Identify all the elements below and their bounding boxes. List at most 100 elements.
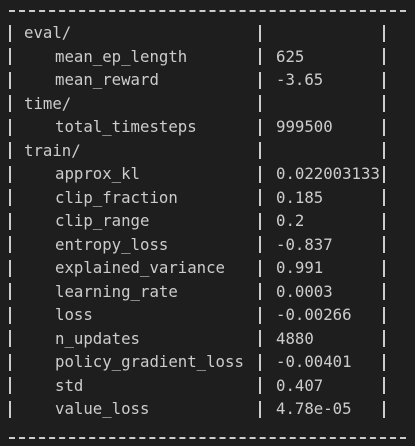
metric-key: learning_rate [55,281,178,301]
right-border [383,48,385,65]
metric-value: 4880 [276,328,314,348]
column-divider [259,377,261,394]
left-border [9,330,11,347]
left-border [9,142,11,159]
metric-value: 0.407 [276,375,324,395]
metric-row: policy_gradient_loss -0.00401 [0,350,415,374]
section-header: train/ [24,140,81,160]
metric-key: total_timesteps [55,117,197,137]
metric-key: clip_fraction [55,187,178,207]
section-header: time/ [24,93,72,113]
metric-row: loss -0.00266 [0,303,415,327]
right-border [383,71,385,89]
metric-row: learning_rate 0.0003 [0,280,415,304]
right-border [383,189,385,206]
metric-value: 0.185 [276,187,324,207]
metric-row: clip_range 0.2 [0,209,415,233]
column-divider [259,48,261,65]
metric-row: approx_kl 0.022003133 [0,162,415,186]
metric-key: explained_variance [55,258,226,278]
metric-row: total_timesteps 999500 [0,115,415,139]
right-border [383,259,385,277]
left-border [9,48,11,65]
left-border [9,165,11,183]
section-header: eval/ [24,23,72,43]
metric-value: -0.837 [276,234,333,254]
metric-row: value_loss 4.78e-05 [0,397,415,421]
metric-key: clip_range [55,211,150,231]
column-divider [259,212,261,230]
metric-key: std [55,375,84,395]
metric-row: entropy_loss -0.837 [0,233,415,257]
metric-key: loss [55,305,93,325]
table-top-border [9,10,406,12]
column-divider [259,165,261,183]
right-border [383,353,385,371]
section-header-row: eval/ [0,21,415,45]
metric-key: n_updates [55,328,141,348]
left-border [9,400,11,418]
left-border [9,259,11,277]
right-border [383,283,385,300]
metric-value: 0.0003 [276,281,333,301]
right-border [383,330,385,347]
column-divider [259,400,261,418]
metric-value: -0.00401 [276,352,352,372]
metric-key: approx_kl [55,164,141,184]
metric-value: -3.65 [276,70,324,90]
left-border [9,353,11,371]
metric-row: explained_variance 0.991 [0,256,415,280]
left-border [9,212,11,230]
metric-row: mean_ep_length 625 [0,45,415,69]
right-border [383,165,385,183]
metric-row: n_updates 4880 [0,327,415,351]
right-border [383,142,385,159]
column-divider [259,142,261,159]
column-divider [259,95,261,112]
column-divider [259,118,261,136]
column-divider [259,236,261,253]
column-divider [259,259,261,277]
right-border [383,400,385,418]
metric-value: 999500 [276,117,333,137]
right-border [383,306,385,324]
left-border [9,306,11,324]
metric-key: mean_reward [55,70,159,90]
metric-key: value_loss [55,399,150,419]
metric-key: mean_ep_length [55,46,188,66]
left-border [9,24,11,42]
section-header-row: time/ [0,92,415,116]
right-border [383,24,385,42]
right-border [383,95,385,112]
right-border [383,212,385,230]
metric-row: clip_fraction 0.185 [0,186,415,210]
terminal-output: eval/mean_ep_length 625 mean_reward -3.65 ti… [0,0,415,446]
left-border [9,71,11,89]
metric-value: 0.991 [276,258,324,278]
column-divider [259,330,261,347]
metric-value: 4.78e-05 [276,399,352,419]
left-border [9,189,11,206]
column-divider [259,189,261,206]
column-divider [259,353,261,371]
left-border [9,377,11,394]
column-divider [259,306,261,324]
column-divider [259,71,261,89]
column-divider [259,24,261,42]
left-border [9,283,11,300]
metric-key: policy_gradient_loss [55,352,244,372]
column-divider [259,283,261,300]
left-border [9,95,11,112]
metric-value: 0.2 [276,211,305,231]
right-border [383,118,385,136]
metric-value: 0.022003133 [276,164,380,184]
metric-value: 625 [276,46,305,66]
right-border [383,236,385,253]
metric-row: mean_reward -3.65 [0,68,415,92]
right-border [383,377,385,394]
section-header-row: train/ [0,139,415,163]
metric-key: entropy_loss [55,234,169,254]
left-border [9,236,11,253]
metric-value: -0.00266 [276,305,352,325]
left-border [9,118,11,136]
